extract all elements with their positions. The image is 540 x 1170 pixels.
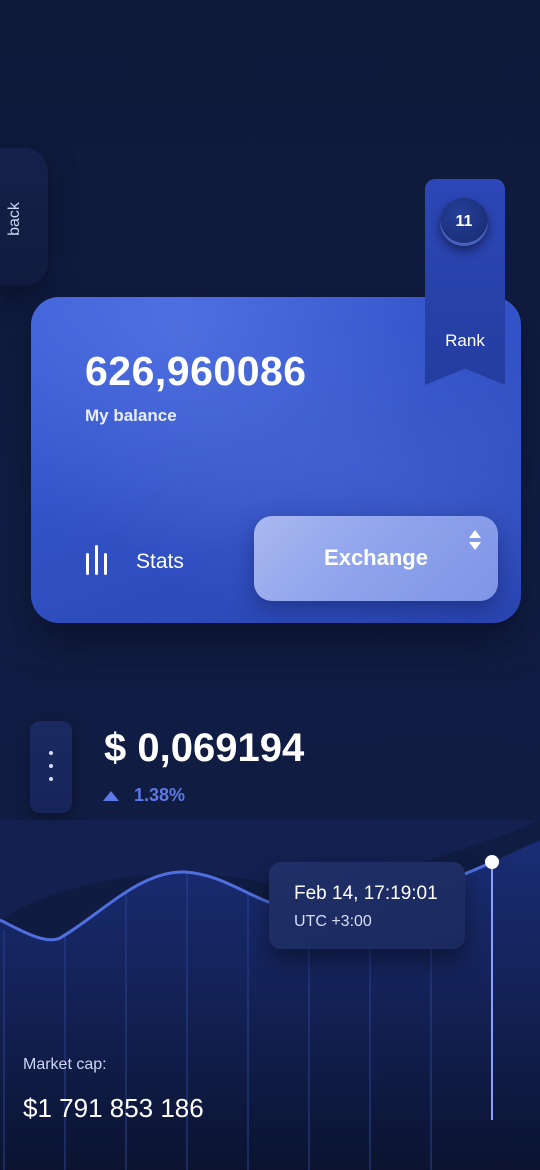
back-button-label[interactable]: back <box>0 202 38 236</box>
balance-label: My balance <box>85 406 177 425</box>
menu-button[interactable] <box>30 721 72 813</box>
tooltip-date: Feb 14, 17:19:01 <box>294 883 438 904</box>
rank-label: Rank <box>445 331 485 350</box>
sort-arrows-icon <box>469 530 481 550</box>
market-cap-value: $1 791 853 186 <box>23 1093 204 1123</box>
chart-cursor-dot <box>485 855 499 869</box>
tooltip-timezone: UTC +3:00 <box>294 913 372 930</box>
price-change: 1.38% <box>134 785 186 805</box>
market-cap-label: Market cap: <box>23 1056 107 1073</box>
chart-tooltip: Feb 14, 17:19:01 UTC +3:00 <box>269 862 465 949</box>
balance-value: 626,960086 <box>85 348 307 394</box>
up-triangle-icon <box>103 791 119 801</box>
rank-badge: 11 <box>440 198 488 246</box>
exchange-button[interactable]: Exchange <box>254 516 498 601</box>
menu-dots-icon <box>49 751 53 790</box>
stats-button[interactable]: Stats <box>136 550 184 574</box>
stats-bars-icon[interactable] <box>86 545 110 575</box>
exchange-button-label: Exchange <box>324 545 428 570</box>
rank-number: 11 <box>455 213 473 230</box>
price-value: $ 0,069194 <box>104 726 305 770</box>
